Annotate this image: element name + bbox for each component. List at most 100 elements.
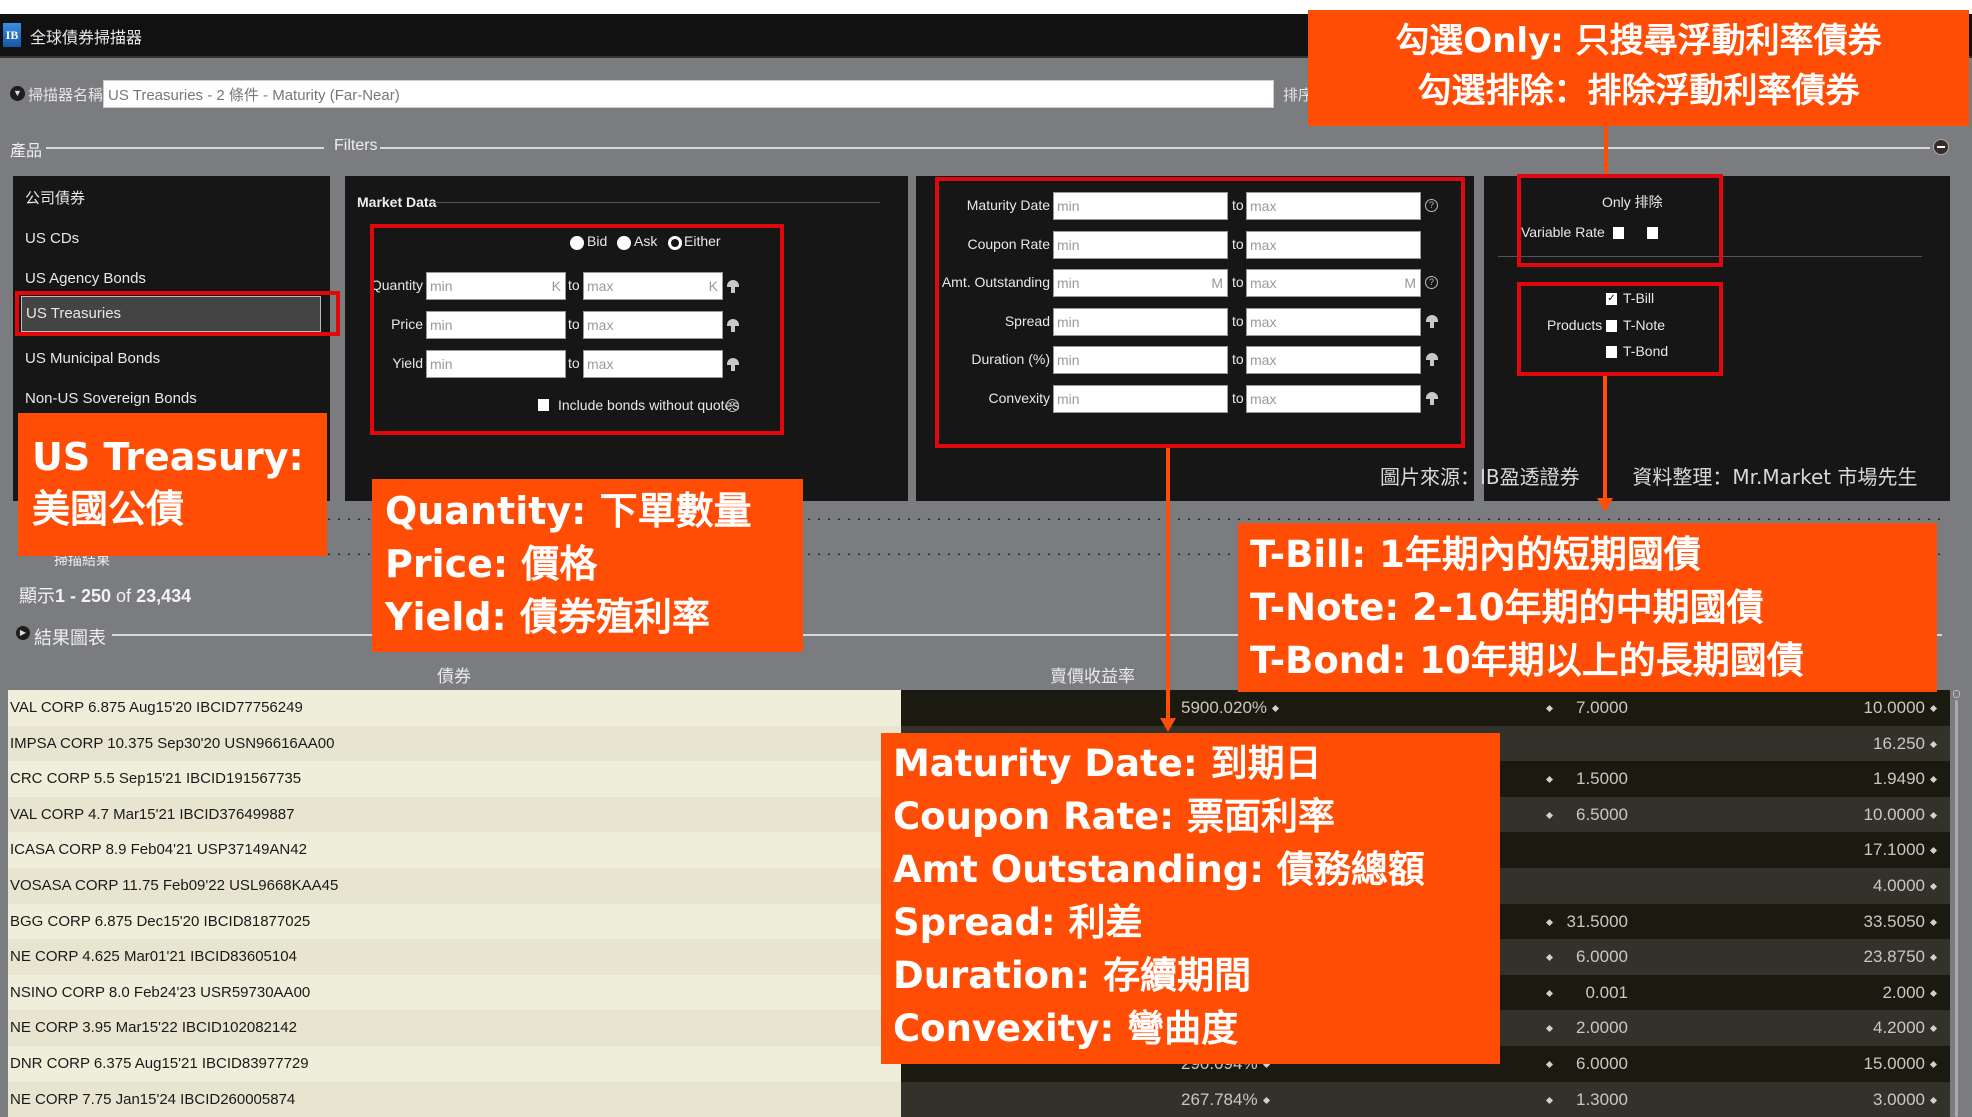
right-value: 23.8750 bbox=[1863, 947, 1925, 967]
right-value-cell: 3.0000 bbox=[1873, 1082, 1942, 1117]
bond-name-cell: ICASA CORP 8.9 Feb04'21 USP37149AN42 bbox=[8, 832, 901, 868]
highlight-bond-filters bbox=[935, 177, 1465, 448]
annotation-line: Coupon Rate: 票面利率 bbox=[893, 795, 1335, 838]
right-value-cell: 4.2000 bbox=[1873, 1010, 1942, 1045]
annotation-line: Duration: 存續期間 bbox=[893, 954, 1252, 997]
count-prefix: 顯示 bbox=[19, 586, 55, 606]
results-chart-label[interactable]: 結果圖表 bbox=[34, 624, 106, 650]
image-source: 圖片來源：IB盈透證券 bbox=[1380, 465, 1580, 489]
annotation-connector bbox=[1603, 376, 1607, 500]
annotation-line: Spread: 利差 bbox=[893, 901, 1143, 944]
scrollbar-track[interactable] bbox=[1955, 700, 1958, 1117]
count-range: 1 - 250 bbox=[55, 586, 112, 606]
mid-value: 7.0000 bbox=[1576, 698, 1628, 717]
ib-logo-icon: IB bbox=[3, 23, 21, 47]
divider bbox=[434, 202, 880, 203]
mid-value: 31.5000 bbox=[1566, 911, 1628, 931]
count-of: of bbox=[111, 586, 137, 606]
diamond-icon bbox=[1545, 1060, 1554, 1069]
annotation-products: T-Bill: 1年期內的短期國債 T-Note: 2-10年期的中期國債 T-… bbox=[1238, 523, 1937, 692]
collapse-toggle-icon[interactable]: ▼ bbox=[10, 86, 25, 101]
diamond-icon bbox=[1545, 704, 1554, 713]
annotation-line: Yield: 債券殖利率 bbox=[385, 595, 710, 639]
diamond-icon bbox=[1545, 954, 1554, 962]
results-count: 顯示1 - 250 of 23,434 bbox=[19, 582, 191, 608]
mid-value-cell: 31.5000 bbox=[1541, 904, 1681, 939]
attribution: 圖片來源：IB盈透證券 資料整理：Mr.Market 市場先生 bbox=[1380, 461, 1917, 490]
sidebar-item-us-municipal-bonds[interactable]: US Municipal Bonds bbox=[21, 341, 321, 377]
right-value-cell: 2.000 bbox=[1882, 975, 1942, 1010]
column-header-ask-yield[interactable]: 賣價收益率 bbox=[1050, 662, 1135, 687]
sidebar-item-corporate-bonds[interactable]: 公司債券 bbox=[21, 181, 321, 217]
mid-value: 1.5000 bbox=[1576, 769, 1628, 789]
table-row[interactable]: VAL CORP 6.875 Aug15'20 IBCID77756249 59… bbox=[8, 690, 1950, 726]
diamond-icon bbox=[1929, 740, 1938, 748]
right-value-cell: 10.0000 bbox=[1864, 690, 1942, 725]
diamond-icon bbox=[1545, 776, 1554, 784]
annotation-line: 勾選排除：排除浮動利率債券 bbox=[1417, 71, 1860, 111]
scanner-name-input[interactable] bbox=[103, 80, 1274, 108]
right-value: 4.0000 bbox=[1873, 876, 1925, 895]
diamond-icon bbox=[1929, 811, 1938, 819]
diamond-icon bbox=[1262, 1096, 1270, 1104]
right-value-cell: 10.0000 bbox=[1864, 797, 1942, 832]
right-value: 17.1000 bbox=[1863, 840, 1925, 860]
expand-chart-icon[interactable]: ▶ bbox=[16, 626, 30, 640]
bond-name-cell: NE CORP 4.625 Mar01'21 IBCID83605104 bbox=[8, 939, 901, 975]
market-data-title: Market Data bbox=[357, 194, 437, 210]
scanner-name-label: 掃描器名稱: bbox=[28, 87, 108, 104]
annotation-market-data: Quantity: 下單數量 Price: 價格 Yield: 債券殖利率 bbox=[372, 479, 803, 652]
highlight-us-treasuries bbox=[15, 291, 340, 336]
diamond-icon bbox=[1545, 918, 1554, 926]
annotation-line: Amt Outstanding: 債務總額 bbox=[893, 848, 1425, 891]
annotation-connector bbox=[1604, 126, 1608, 174]
scrollbar-thumb[interactable] bbox=[1953, 690, 1960, 698]
sidebar-item-us-cds[interactable]: US CDs bbox=[21, 221, 321, 257]
right-value-cell: 33.5050 bbox=[1864, 904, 1942, 939]
right-value: 1.9490 bbox=[1873, 769, 1925, 789]
diamond-icon bbox=[1929, 989, 1938, 997]
arrow-head-icon bbox=[1597, 498, 1613, 512]
collapse-filters-button[interactable] bbox=[1933, 139, 1949, 155]
annotation-line: Maturity Date: 到期日 bbox=[893, 742, 1322, 785]
data-cells: 5900.020% 7.0000 10.0000 bbox=[901, 690, 1950, 726]
mid-value-cell: 1.5000 bbox=[1541, 761, 1681, 796]
right-value: 10.0000 bbox=[1863, 698, 1925, 717]
mid-value: 0.001 bbox=[1585, 982, 1628, 1002]
mid-value-cell: 6.0000 bbox=[1541, 1046, 1681, 1081]
table-row[interactable]: NE CORP 7.75 Jan15'24 IBCID260005874 267… bbox=[8, 1081, 1950, 1117]
right-value-cell: 4.0000 bbox=[1873, 868, 1942, 903]
mid-value-cell: 7.0000 bbox=[1541, 690, 1681, 725]
bond-name-cell: NE CORP 7.75 Jan15'24 IBCID260005874 bbox=[8, 1081, 901, 1117]
compiled-by: 資料整理：Mr.Market 市場先生 bbox=[1632, 465, 1918, 489]
right-value: 3.0000 bbox=[1873, 1089, 1925, 1109]
diamond-icon bbox=[1545, 1025, 1554, 1033]
table-scrollbar[interactable] bbox=[1952, 690, 1962, 1117]
sidebar-item-non-us-sovereign-bonds[interactable]: Non-US Sovereign Bonds bbox=[21, 381, 321, 417]
arrow-head-icon bbox=[1160, 718, 1176, 732]
column-header-bond[interactable]: 債券 bbox=[437, 662, 471, 687]
bond-name-cell: NSINO CORP 8.0 Feb24'23 USR59730AA00 bbox=[8, 974, 901, 1011]
bond-name-cell: IMPSA CORP 10.375 Sep30'20 USN96616AA00 bbox=[8, 725, 901, 762]
diamond-icon bbox=[1271, 704, 1280, 713]
mid-value: 6.0000 bbox=[1576, 1054, 1628, 1073]
mid-value-cell: 0.001 bbox=[1541, 975, 1681, 1010]
filters-section-title: Filters bbox=[334, 137, 378, 154]
mid-value-cell: 6.5000 bbox=[1541, 797, 1681, 832]
mid-value-cell: 6.0000 bbox=[1541, 939, 1681, 974]
annotation-line: 勾選Only: 只搜尋浮動利率債券 bbox=[1395, 21, 1882, 61]
annotation-line: Price: 價格 bbox=[385, 542, 598, 586]
diamond-icon bbox=[1929, 918, 1938, 926]
bond-name-cell: CRC CORP 5.5 Sep15'21 IBCID191567735 bbox=[8, 761, 901, 797]
count-total: 23,434 bbox=[136, 586, 192, 606]
diamond-icon bbox=[1929, 954, 1938, 962]
right-value: 15.0000 bbox=[1863, 1054, 1925, 1073]
right-value-cell: 17.1000 bbox=[1864, 832, 1942, 867]
annotation-line: Quantity: 下單數量 bbox=[385, 489, 752, 533]
diamond-icon bbox=[1929, 1025, 1938, 1033]
diamond-icon bbox=[1929, 1060, 1938, 1069]
diamond-icon bbox=[1929, 704, 1938, 713]
mid-value: 6.0000 bbox=[1576, 947, 1628, 967]
bond-name-cell: NE CORP 3.95 Mar15'22 IBCID102082142 bbox=[8, 1010, 901, 1046]
right-value: 2.000 bbox=[1882, 982, 1925, 1002]
